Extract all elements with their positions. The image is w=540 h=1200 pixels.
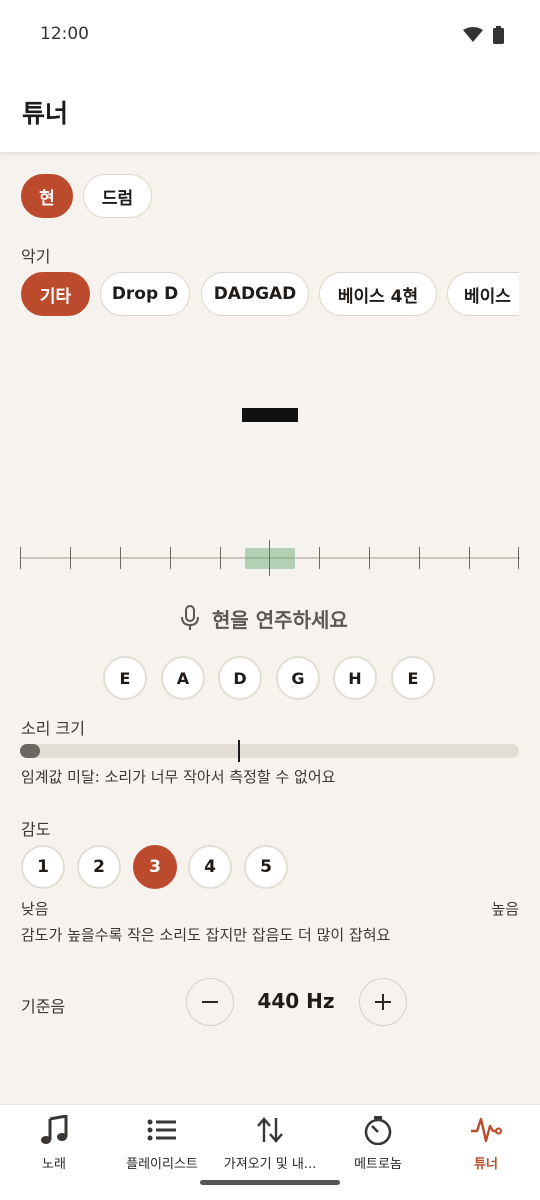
sensitivity-high-label: 높음	[491, 900, 519, 918]
instrument-chip-guitar[interactable]: 기타	[21, 272, 90, 316]
scale-tick	[469, 547, 470, 569]
reference-pitch-label: 기준음	[21, 997, 66, 1016]
scale-tick	[170, 547, 171, 569]
string-button-6[interactable]: E	[391, 656, 435, 700]
nav-label-songs: 노래	[42, 1157, 66, 1172]
string-button-5[interactable]: H	[333, 656, 377, 700]
app-bar: 튜너	[0, 68, 540, 152]
scale-tick	[120, 547, 121, 569]
scale-center-tick	[269, 540, 270, 576]
reference-pitch-value: 440 Hz	[257, 989, 335, 1013]
detected-note-placeholder	[242, 408, 298, 422]
scale-tick	[419, 547, 420, 569]
minus-icon	[202, 1001, 218, 1003]
nav-item-tuner[interactable]: 튜너	[432, 1113, 540, 1177]
scale-tick	[518, 547, 519, 569]
tuner-wave-icon	[471, 1117, 502, 1143]
page-title: 튜너	[22, 99, 69, 128]
play-prompt-text: 현을 연주하세요	[212, 607, 348, 632]
nav-label-metronome: 메트로놈	[354, 1157, 402, 1172]
sensitivity-button-4[interactable]: 4	[188, 845, 232, 889]
volume-message: 임계값 미달: 소리가 너무 작아서 측정할 수 없어요	[21, 768, 336, 786]
nav-label-import-export: 가져오기 및 내...	[223, 1157, 317, 1172]
string-button-4[interactable]: G	[276, 656, 320, 700]
gesture-navigation-bar[interactable]	[200, 1180, 340, 1185]
instrument-chip-bass-4[interactable]: 베이스 4현	[319, 272, 437, 316]
tuning-scale	[20, 532, 520, 582]
volume-label: 소리 크기	[21, 719, 85, 738]
status-time: 12:00	[40, 24, 89, 44]
sensitivity-button-3[interactable]: 3	[133, 845, 177, 889]
bottom-navigation: 노래 플레이리스트 가져오기 및 내... 메트로놈 튜너	[0, 1104, 540, 1200]
scale-tick	[20, 547, 21, 569]
increase-pitch-button[interactable]	[359, 978, 407, 1026]
sensitivity-button-5[interactable]: 5	[244, 845, 288, 889]
plus-icon	[375, 994, 391, 1010]
string-button-1[interactable]: E	[103, 656, 147, 700]
list-icon	[147, 1119, 176, 1141]
nav-item-metronome[interactable]: 메트로놈	[324, 1113, 432, 1177]
import-export-icon	[257, 1117, 283, 1143]
nav-item-import-export[interactable]: 가져오기 및 내...	[216, 1113, 324, 1177]
string-button-3[interactable]: D	[218, 656, 262, 700]
microphone-icon	[181, 605, 199, 630]
volume-threshold-marker	[238, 740, 240, 762]
play-prompt: 현을 연주하세요	[180, 602, 348, 634]
in-tune-zone	[245, 548, 295, 569]
sensitivity-button-1[interactable]: 1	[21, 845, 65, 889]
status-icons	[463, 26, 504, 44]
metronome-icon	[364, 1116, 392, 1145]
instrument-chip-dadgad[interactable]: DADGAD	[201, 272, 309, 316]
string-button-2[interactable]: A	[161, 656, 205, 700]
status-bar: 12:00	[0, 0, 540, 68]
nav-label-playlists: 플레이리스트	[126, 1157, 198, 1172]
sensitivity-button-2[interactable]: 2	[77, 845, 121, 889]
nav-label-tuner: 튜너	[474, 1157, 498, 1172]
scale-tick	[319, 547, 320, 569]
sensitivity-label: 감도	[21, 820, 51, 839]
instrument-chip-drop-d[interactable]: Drop D	[100, 272, 190, 316]
scale-tick	[369, 547, 370, 569]
battery-icon	[493, 26, 504, 44]
volume-meter	[20, 744, 519, 758]
instrument-chip-bass[interactable]: 베이스	[447, 272, 519, 316]
nav-item-songs[interactable]: 노래	[0, 1113, 108, 1177]
sensitivity-low-label: 낮음	[21, 900, 49, 918]
music-note-icon	[41, 1115, 68, 1144]
wifi-icon	[463, 27, 483, 42]
instrument-chip-row[interactable]: 기타 Drop D DADGAD 베이스 4현 베이스	[0, 270, 519, 320]
mode-tab-strings[interactable]: 현	[21, 174, 73, 218]
volume-level-fill	[20, 744, 40, 758]
nav-item-playlists[interactable]: 플레이리스트	[108, 1113, 216, 1177]
scale-tick	[220, 547, 221, 569]
sensitivity-description: 감도가 높을수록 작은 소리도 잡지만 잡음도 더 많이 잡혀요	[21, 926, 391, 944]
mode-tab-drums[interactable]: 드럼	[83, 174, 152, 218]
scale-tick	[70, 547, 71, 569]
decrease-pitch-button[interactable]	[186, 978, 234, 1026]
instrument-label: 악기	[21, 247, 51, 266]
